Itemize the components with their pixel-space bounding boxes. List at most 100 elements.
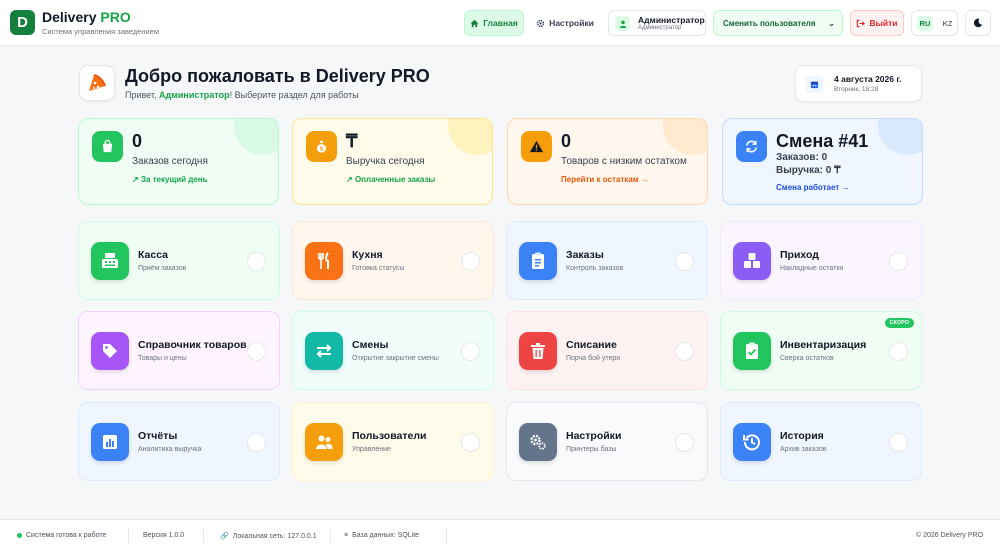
tile-title: Пользователи bbox=[352, 430, 427, 442]
tile-arrow-button[interactable] bbox=[889, 342, 908, 361]
app-logo: D bbox=[10, 10, 35, 35]
app-name: Delivery PRO bbox=[42, 9, 131, 25]
lang-kz-button[interactable]: KZ bbox=[942, 19, 952, 28]
tile-title: Списание bbox=[566, 339, 617, 351]
stat-value: 0 bbox=[561, 131, 572, 151]
stat-link[interactable]: ↗ Оплаченные заказы bbox=[346, 175, 435, 184]
tile-users[interactable]: Пользователи Управление bbox=[292, 402, 494, 481]
tile-subtitle: Приём заказов bbox=[138, 265, 187, 272]
current-user[interactable]: Администратор Администратор bbox=[608, 10, 706, 36]
tile-subtitle: Накладные остатки bbox=[780, 265, 844, 272]
tile-title: Кухня bbox=[352, 249, 383, 261]
tile-subtitle: Принтеры базы bbox=[566, 446, 617, 453]
tile-kassa[interactable]: Касса Приём заказов bbox=[78, 221, 280, 300]
tile-orders[interactable]: Заказы Контроль заказов bbox=[506, 221, 708, 300]
user-role: Администратор bbox=[638, 25, 682, 31]
soon-badge: СКОРО bbox=[884, 318, 914, 328]
tile-title: Инвентаризация bbox=[780, 339, 867, 351]
link-icon: 🔗 bbox=[220, 533, 229, 540]
tile-arrow-button[interactable] bbox=[675, 433, 694, 452]
stat-label: Заказов сегодня bbox=[132, 156, 208, 167]
trash-icon bbox=[519, 332, 557, 370]
money-bag-icon: $ bbox=[306, 131, 337, 162]
logout-button[interactable]: Выйти bbox=[850, 10, 904, 36]
top-bar: D Delivery PRO Система управления заведе… bbox=[0, 0, 1000, 46]
app-subtitle: Система управления заведением bbox=[42, 27, 160, 36]
go-to-stock-link[interactable]: Перейти к остаткам → bbox=[561, 175, 649, 184]
home-button[interactable]: Главная bbox=[464, 10, 524, 36]
tile-arrow-button[interactable] bbox=[247, 433, 266, 452]
stat-shift: Смена #41 Заказов: 0 Выручка: 0 ₸ Смена … bbox=[722, 118, 923, 205]
tile-write-off[interactable]: Списание Порча бой утеря bbox=[506, 311, 708, 390]
status-bar: Система готова к работе Версия 1.0.0 🔗 Ло… bbox=[0, 519, 1000, 551]
shift-revenue: Выручка: 0 ₸ bbox=[776, 165, 841, 176]
boxes-icon bbox=[733, 242, 771, 280]
tile-subtitle: Товары и цены bbox=[138, 355, 187, 362]
lang-ru-button[interactable]: RU bbox=[916, 15, 934, 31]
user-name: Администратор bbox=[638, 15, 705, 25]
tile-history[interactable]: История Архив заказов bbox=[720, 402, 922, 481]
tile-arrow-button[interactable] bbox=[889, 433, 908, 452]
gears-icon bbox=[519, 423, 557, 461]
current-date: 4 августа 2026 г. bbox=[834, 74, 902, 84]
settings-button[interactable]: Настройки bbox=[530, 10, 600, 36]
user-icon bbox=[615, 16, 630, 31]
tile-subtitle: Сверка остатков bbox=[780, 355, 834, 362]
system-status: Система готова к работе bbox=[17, 532, 106, 539]
home-icon bbox=[470, 19, 479, 27]
tile-arrow-button[interactable] bbox=[247, 252, 266, 271]
tile-arrow-button[interactable] bbox=[461, 433, 480, 452]
stat-value: 0 bbox=[132, 131, 143, 151]
tile-arrow-button[interactable] bbox=[247, 342, 266, 361]
tile-title: Заказы bbox=[566, 249, 604, 261]
history-icon bbox=[733, 423, 771, 461]
chart-icon bbox=[91, 423, 129, 461]
shift-title: Смена #41 bbox=[776, 131, 869, 151]
tag-icon bbox=[91, 332, 129, 370]
tile-subtitle: Открытие закрытие смены bbox=[352, 355, 439, 362]
tile-reports[interactable]: Отчёты Аналитика выручка bbox=[78, 402, 280, 481]
tile-arrow-button[interactable] bbox=[675, 342, 694, 361]
tile-settings[interactable]: Настройки Принтеры базы bbox=[506, 402, 708, 481]
refresh-icon bbox=[736, 131, 767, 162]
shift-orders: Заказов: 0 bbox=[776, 152, 828, 163]
theme-toggle-button[interactable] bbox=[965, 10, 991, 36]
tile-arrow-button[interactable] bbox=[461, 342, 480, 361]
tile-shifts[interactable]: Смены Открытие закрытие смены bbox=[292, 311, 494, 390]
brand: Delivery PRO Система управления заведени… bbox=[42, 9, 159, 36]
page-title: Добро пожаловать в Delivery PRO bbox=[125, 66, 430, 86]
stat-revenue-today: $ ₸ Выручка сегодня ↗ Оплаченные заказы bbox=[292, 118, 493, 205]
gear-icon bbox=[536, 19, 545, 27]
tile-subtitle: Аналитика выручка bbox=[138, 446, 202, 453]
pizza-icon bbox=[79, 65, 115, 101]
tile-arrow-button[interactable] bbox=[675, 252, 694, 271]
trend-up-icon: ↗ bbox=[346, 175, 353, 184]
logout-icon bbox=[857, 19, 866, 27]
date-widget: 4 августа 2026 г. Вторник, 18:28 bbox=[795, 65, 922, 102]
moon-icon bbox=[973, 18, 983, 28]
stat-link[interactable]: ↗ За текущий день bbox=[132, 175, 208, 184]
tile-product-catalog[interactable]: Справочник товаров Товары и цены bbox=[78, 311, 280, 390]
tile-arrow-button[interactable] bbox=[461, 252, 480, 271]
stat-label: Выручка сегодня bbox=[346, 156, 425, 167]
calendar-icon bbox=[806, 76, 823, 93]
tile-arrow-button[interactable] bbox=[889, 252, 908, 271]
clipboard-icon bbox=[519, 242, 557, 280]
switch-user-select[interactable]: Сменить пользователя ⌄ bbox=[713, 10, 843, 36]
tile-income[interactable]: Приход Накладные остатки bbox=[720, 221, 922, 300]
database-info: ≡ База данных: SQLite bbox=[344, 532, 420, 539]
tile-subtitle: Порча бой утеря bbox=[566, 355, 621, 362]
tile-title: Отчёты bbox=[138, 430, 178, 442]
shift-status-link[interactable]: Смена работает → bbox=[776, 183, 849, 192]
tile-title: Приход bbox=[780, 249, 819, 261]
tile-kitchen[interactable]: Кухня Готовка статусы bbox=[292, 221, 494, 300]
tile-subtitle: Архив заказов bbox=[780, 446, 827, 453]
database-icon: ≡ bbox=[344, 532, 349, 539]
tile-title: Смены bbox=[352, 339, 389, 351]
tile-title: Настройки bbox=[566, 430, 622, 442]
exchange-icon bbox=[305, 332, 343, 370]
network-info: 🔗 Локальная сеть: 127.0.0.1 bbox=[220, 532, 317, 541]
warning-icon bbox=[521, 131, 552, 162]
current-weekday-time: Вторник, 18:28 bbox=[834, 86, 879, 93]
tile-inventory[interactable]: Инвентаризация Сверка остатков СКОРО bbox=[720, 311, 922, 390]
